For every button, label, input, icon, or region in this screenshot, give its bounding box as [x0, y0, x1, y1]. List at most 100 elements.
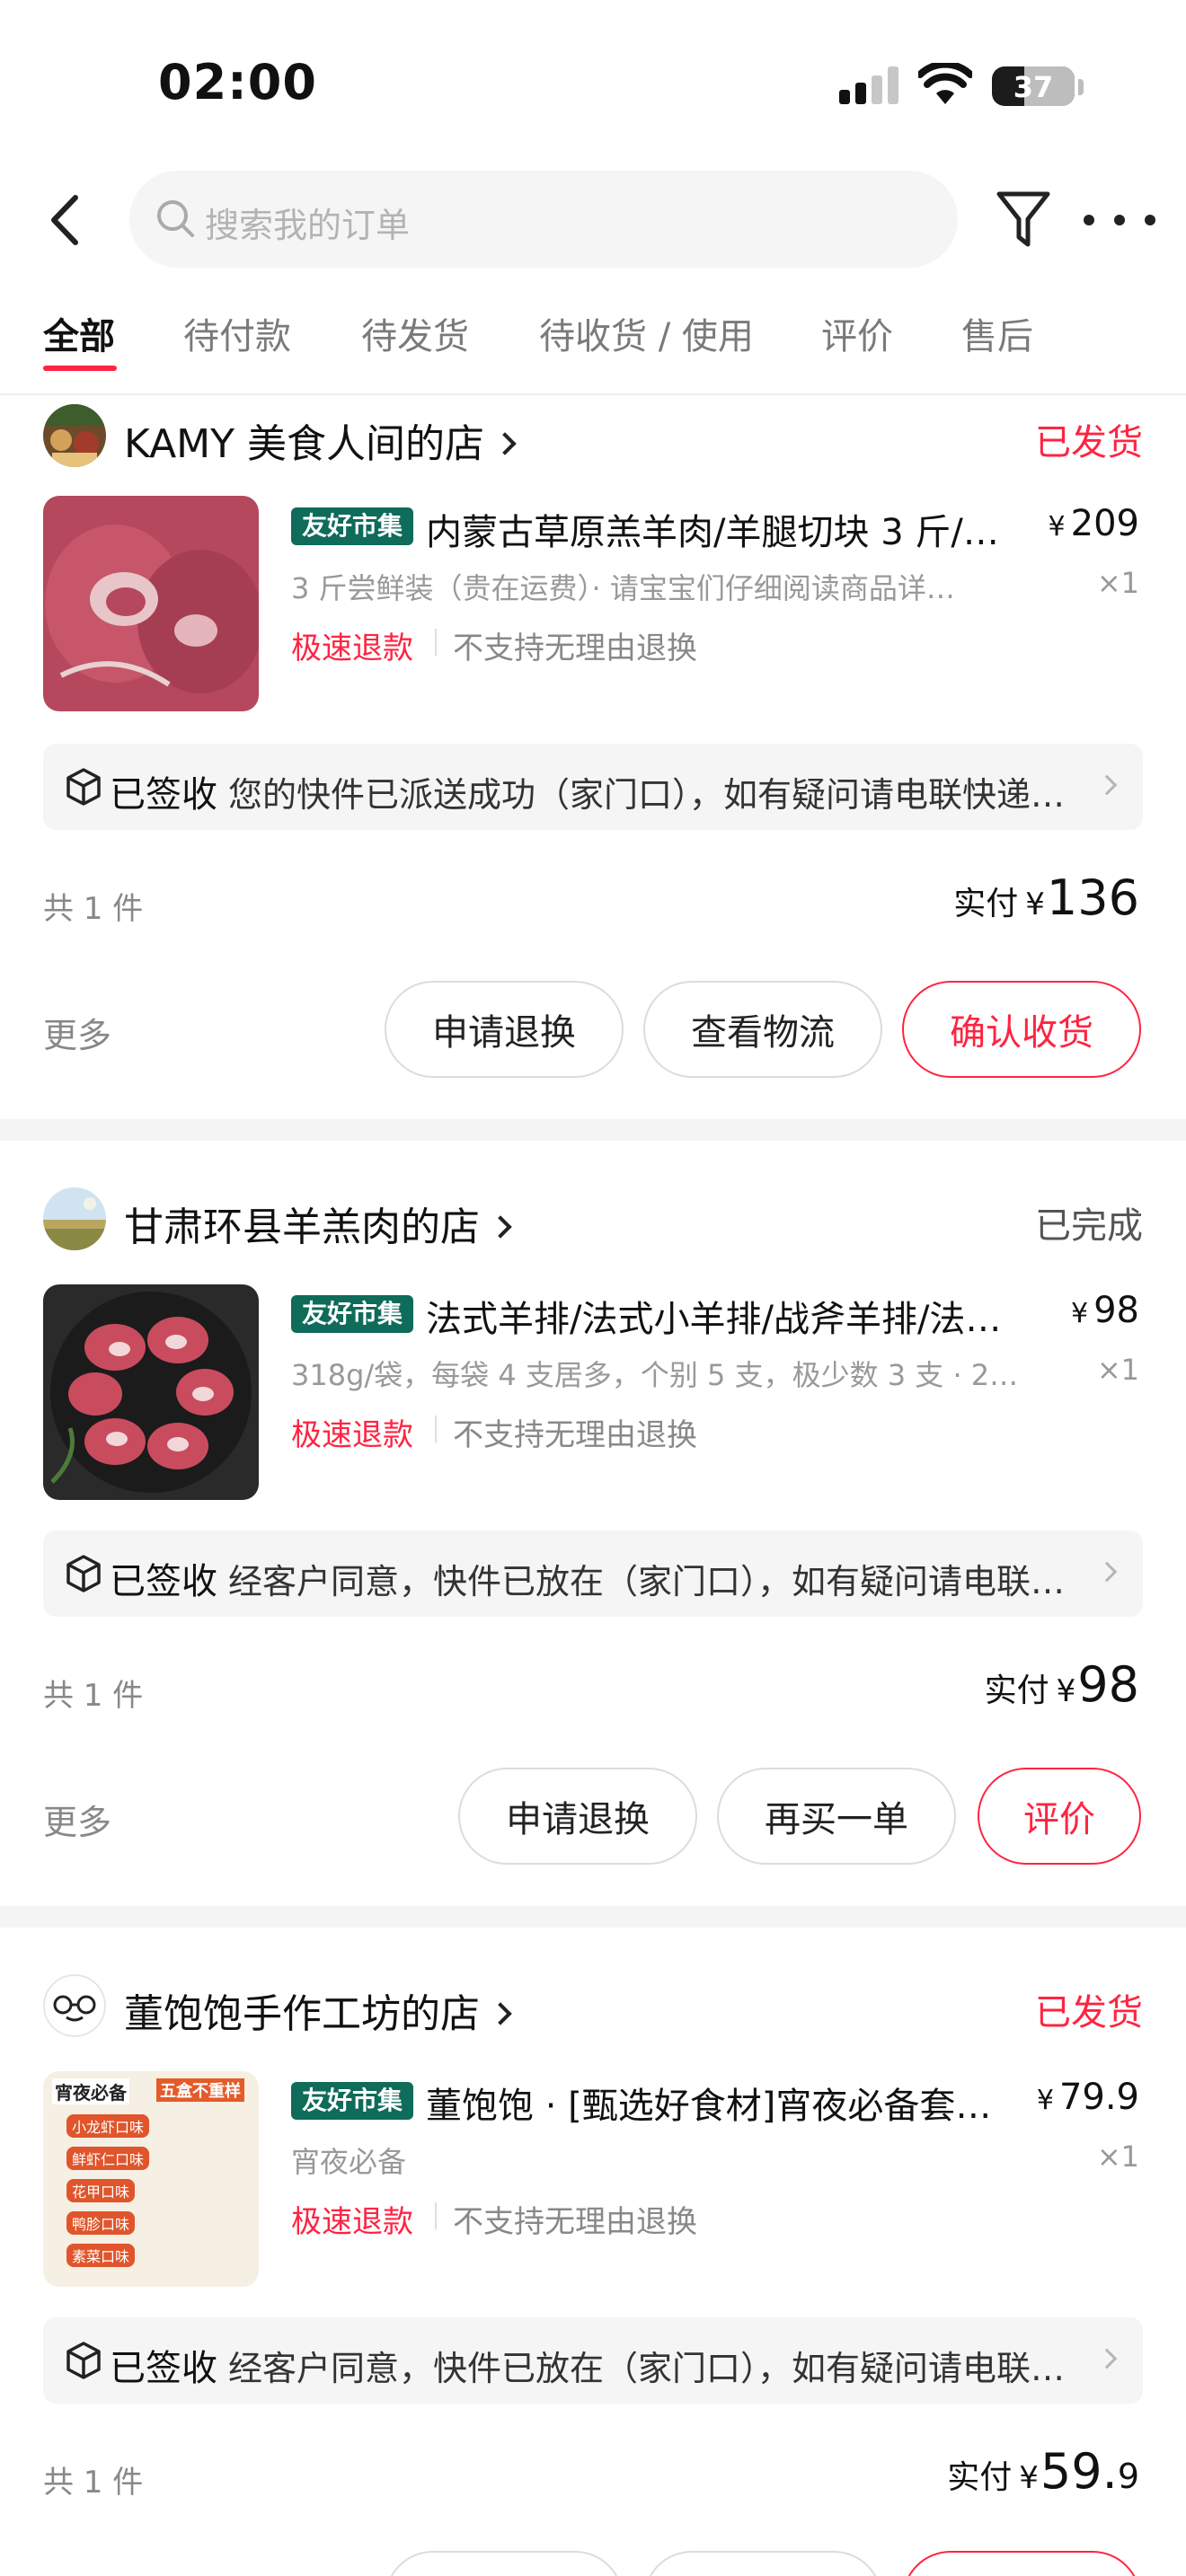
- return-policy: 不支持无理由退换: [453, 631, 697, 666]
- shop-avatar: [43, 1974, 106, 2037]
- divider: [435, 2202, 437, 2229]
- action-button[interactable]: [643, 2551, 882, 2576]
- tab-pending-payment[interactable]: 待付款: [183, 307, 291, 359]
- shop-avatar: [43, 404, 106, 467]
- package-icon: [66, 2342, 101, 2379]
- nav-bar: 搜索我的订单: [0, 162, 1186, 278]
- search-icon: [157, 200, 194, 237]
- more-link[interactable]: 更多: [43, 1008, 111, 1057]
- section-divider: [0, 1906, 1186, 1928]
- action-button[interactable]: [385, 2551, 624, 2576]
- shop-name[interactable]: 董饱饱手作工坊的店: [124, 1981, 512, 2039]
- battery-cap: [1078, 79, 1084, 95]
- review-button[interactable]: 评价: [978, 1768, 1141, 1865]
- product-price: ¥98: [1071, 1290, 1139, 1331]
- package-icon: [66, 768, 101, 806]
- more-options-icon[interactable]: [1084, 189, 1155, 251]
- fast-refund-tag: 极速退款: [291, 1417, 413, 1453]
- product-image[interactable]: 宵夜必备 五盒不重样 小龙虾口味 鲜虾仁口味 花甲口味 鸭胗口味 素菜口味: [43, 2071, 259, 2287]
- back-button[interactable]: [36, 180, 99, 260]
- active-tab-indicator: [43, 366, 117, 371]
- package-icon: [66, 1555, 101, 1592]
- item-count: 共 1 件: [43, 891, 144, 927]
- product-quantity: ×1: [1096, 2139, 1139, 2174]
- logistics-message: 经客户同意，快件已放在（家门口），如有疑问请电联…: [228, 1562, 1066, 1601]
- product-tag: 友好市集: [291, 1295, 414, 1333]
- more-link[interactable]: 更多: [43, 1795, 111, 1844]
- thumb-line: 花甲口味: [66, 2179, 136, 2202]
- order-status: 已发货: [1035, 1992, 1143, 2033]
- tab-all[interactable]: 全部: [43, 307, 115, 359]
- paid-amount: 实付 ¥98: [984, 1656, 1139, 1713]
- confirm-receipt-button[interactable]: 确认收货: [902, 981, 1141, 1078]
- section-divider: [0, 1119, 1186, 1141]
- logistics-status: 已签收: [110, 2348, 217, 2389]
- item-count: 共 1 件: [43, 1678, 144, 1714]
- divider: [435, 1416, 437, 1442]
- filter-icon[interactable]: [992, 185, 1055, 253]
- shop-name[interactable]: 甘肃环县羊羔肉的店: [124, 1195, 512, 1252]
- thumb-line: 鸭胗口味: [66, 2211, 136, 2235]
- shop-header[interactable]: 董饱饱手作工坊的店 已发货: [43, 1969, 1143, 2041]
- shop-header[interactable]: KAMY 美食人间的店 已发货: [43, 399, 1143, 471]
- logistics-message: 经客户同意，快件已放在（家门口），如有疑问请电联…: [228, 2349, 1066, 2388]
- thumb-badge: 五盒不重样: [156, 2078, 244, 2102]
- search-input[interactable]: 搜索我的订单: [129, 171, 958, 268]
- thumb-title: 宵夜必备: [52, 2078, 129, 2104]
- order-card: 甘肃环县羊羔肉的店 已完成 友好市集 法式羊排/法式小羊排/战斧羊排/法… ¥9…: [0, 1182, 1186, 1883]
- chevron-right-icon: [489, 2002, 512, 2025]
- apply-return-button[interactable]: 申请退换: [458, 1768, 697, 1865]
- search-placeholder: 搜索我的订单: [205, 206, 411, 245]
- tab-pending-shipment[interactable]: 待发货: [361, 307, 469, 359]
- battery-level: 37: [1013, 70, 1054, 104]
- paid-amount: 实付 ¥59.9: [947, 2443, 1139, 2500]
- product-image[interactable]: [43, 1284, 259, 1500]
- tab-after-sales[interactable]: 售后: [961, 307, 1033, 359]
- order-tabs: 全部 待付款 待发货 待收货 / 使用 评价 售后: [0, 298, 1186, 397]
- order-status: 已完成: [1035, 1205, 1143, 1247]
- product-title[interactable]: 法式羊排/法式小羊排/战斧羊排/法…: [426, 1290, 1028, 1342]
- fast-refund-tag: 极速退款: [291, 2204, 413, 2240]
- product-price: ¥209: [1048, 503, 1139, 544]
- logistics-bar[interactable]: 已签收 您的快件已派送成功（家门口），如有疑问请电联快递…: [43, 744, 1143, 830]
- product-quantity: ×1: [1096, 566, 1139, 600]
- cellular-signal-icon: [839, 66, 898, 104]
- action-button[interactable]: [902, 2551, 1141, 2576]
- order-status: 已发货: [1035, 422, 1143, 463]
- wifi-icon: [918, 63, 972, 104]
- return-policy: 不支持无理由退换: [453, 1417, 697, 1453]
- status-time: 02:00: [158, 54, 317, 110]
- order-card: KAMY 美食人间的店 已发货 友好市集 内蒙古草原羔羊肉/羊腿切块 3 斤/……: [0, 395, 1186, 1114]
- logistics-bar[interactable]: 已签收 经客户同意，快件已放在（家门口），如有疑问请电联…: [43, 1531, 1143, 1617]
- divider: [435, 629, 437, 656]
- product-title[interactable]: 内蒙古草原羔羊肉/羊腿切块 3 斤/…: [426, 503, 1028, 555]
- product-tag: 友好市集: [291, 2082, 414, 2120]
- paid-amount: 实付 ¥136: [953, 869, 1139, 926]
- tab-review[interactable]: 评价: [821, 307, 893, 359]
- thumb-line: 鲜虾仁口味: [66, 2147, 150, 2170]
- product-spec: 3 斤尝鲜装（贵在运费）· 请宝宝们仔细阅读商品详…: [291, 571, 955, 605]
- apply-return-button[interactable]: 申请退换: [385, 981, 624, 1078]
- product-price: ¥79.9: [1036, 2077, 1139, 2118]
- product-image[interactable]: [43, 496, 259, 711]
- buy-again-button[interactable]: 再买一单: [717, 1768, 956, 1865]
- product-spec: 宵夜必备: [291, 2145, 407, 2179]
- product-quantity: ×1: [1096, 1353, 1139, 1387]
- chevron-right-icon: [493, 432, 517, 455]
- product-title[interactable]: 董饱饱 · [甄选好食材]宵夜必备套…: [426, 2077, 1001, 2129]
- product-tag: 友好市集: [291, 507, 414, 545]
- order-card: 董饱饱手作工坊的店 已发货 宵夜必备 五盒不重样 小龙虾口味 鲜虾仁口味 花甲口…: [0, 1969, 1186, 2576]
- logistics-status: 已签收: [110, 774, 217, 816]
- thumb-line: 素菜口味: [66, 2244, 136, 2267]
- fast-refund-tag: 极速退款: [291, 631, 413, 666]
- status-bar: 02:00 37: [0, 0, 1186, 162]
- item-count: 共 1 件: [43, 2465, 144, 2501]
- logistics-status: 已签收: [110, 1561, 217, 1602]
- shop-name[interactable]: KAMY 美食人间的店: [124, 411, 517, 469]
- view-logistics-button[interactable]: 查看物流: [643, 981, 882, 1078]
- shop-header[interactable]: 甘肃环县羊羔肉的店 已完成: [43, 1182, 1143, 1254]
- tab-pending-receipt[interactable]: 待收货 / 使用: [539, 307, 754, 359]
- chevron-right-icon: [489, 1215, 512, 1239]
- return-policy: 不支持无理由退换: [453, 2204, 697, 2240]
- logistics-bar[interactable]: 已签收 经客户同意，快件已放在（家门口），如有疑问请电联…: [43, 2317, 1143, 2404]
